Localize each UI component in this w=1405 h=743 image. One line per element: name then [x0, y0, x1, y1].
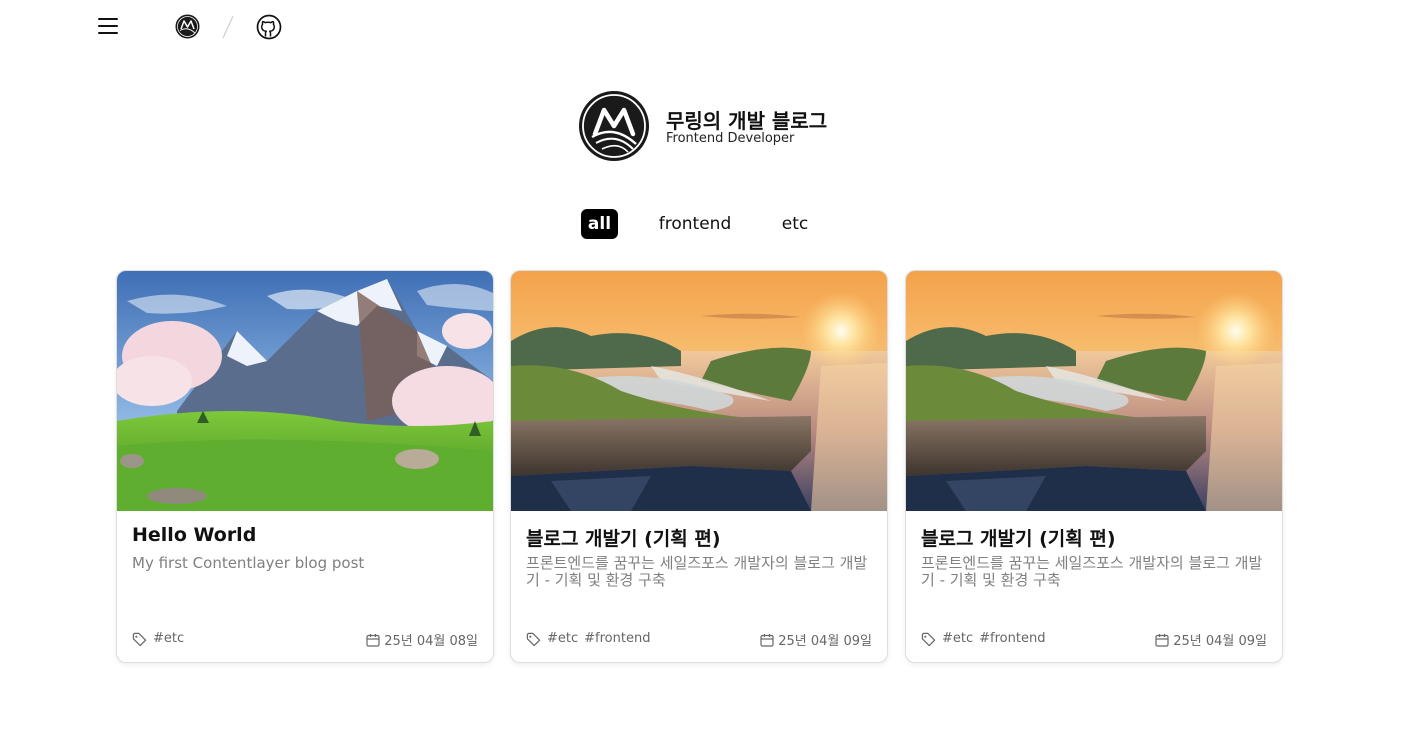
tag-icon [132, 632, 147, 647]
post-meta: #etc #frontend 25년 04월 09일 [526, 630, 872, 649]
post-tag[interactable]: #etc [942, 631, 973, 646]
post-title[interactable]: Hello World [132, 524, 481, 546]
tag-icon [921, 632, 936, 647]
calendar-icon [366, 634, 380, 647]
category-tabs: all frontend etc [0, 209, 1405, 239]
post-tag[interactable]: #frontend [584, 631, 650, 646]
post-thumbnail-image [906, 271, 1282, 511]
tag-icon [526, 632, 541, 647]
tab-all[interactable]: all [581, 209, 618, 239]
post-card[interactable]: Hello World My first Contentlayer blog p… [116, 270, 494, 663]
tab-etc[interactable]: etc [775, 209, 815, 239]
post-card[interactable]: 블로그 개발기 (기획 편) 프론트엔드를 꿈꾸는 세일즈포스 개발자의 블로그… [510, 270, 888, 663]
monogram-m-logo-icon[interactable] [175, 14, 200, 39]
post-date: 25년 04월 09일 [778, 634, 872, 649]
blog-subtitle: Frontend Developer [666, 131, 795, 146]
calendar-icon [1155, 634, 1169, 647]
post-meta: #etc #frontend 25년 04월 09일 [921, 630, 1267, 649]
post-tag[interactable]: #frontend [979, 631, 1045, 646]
post-card[interactable]: 블로그 개발기 (기획 편) 프론트엔드를 꿈꾸는 세일즈포스 개발자의 블로그… [905, 270, 1283, 663]
post-tag[interactable]: #etc [547, 631, 578, 646]
post-date: 25년 04월 08일 [384, 634, 478, 649]
post-meta: #etc 25년 04월 08일 [132, 630, 478, 649]
calendar-icon [760, 634, 774, 647]
menu-icon[interactable] [96, 14, 120, 38]
github-icon[interactable] [256, 14, 282, 40]
post-tag[interactable]: #etc [153, 631, 184, 646]
post-thumbnail-image [511, 271, 887, 511]
post-date: 25년 04월 09일 [1173, 634, 1267, 649]
tab-frontend[interactable]: frontend [652, 209, 738, 239]
blog-title: 무링의 개발 블로그 [666, 109, 828, 133]
post-thumbnail-image [117, 271, 493, 511]
breadcrumb-separator [222, 15, 234, 39]
post-description: 프론트엔드를 꿈꾸는 세일즈포스 개발자의 블로그 개발기 - 기획 및 환경 … [526, 554, 868, 589]
profile-avatar [579, 91, 649, 161]
post-description: 프론트엔드를 꿈꾸는 세일즈포스 개발자의 블로그 개발기 - 기획 및 환경 … [921, 554, 1263, 589]
post-description: My first Contentlayer blog post [132, 554, 365, 572]
post-title[interactable]: 블로그 개발기 (기획 편) [921, 524, 1270, 551]
post-title[interactable]: 블로그 개발기 (기획 편) [526, 524, 875, 551]
top-navigation [0, 0, 1405, 54]
